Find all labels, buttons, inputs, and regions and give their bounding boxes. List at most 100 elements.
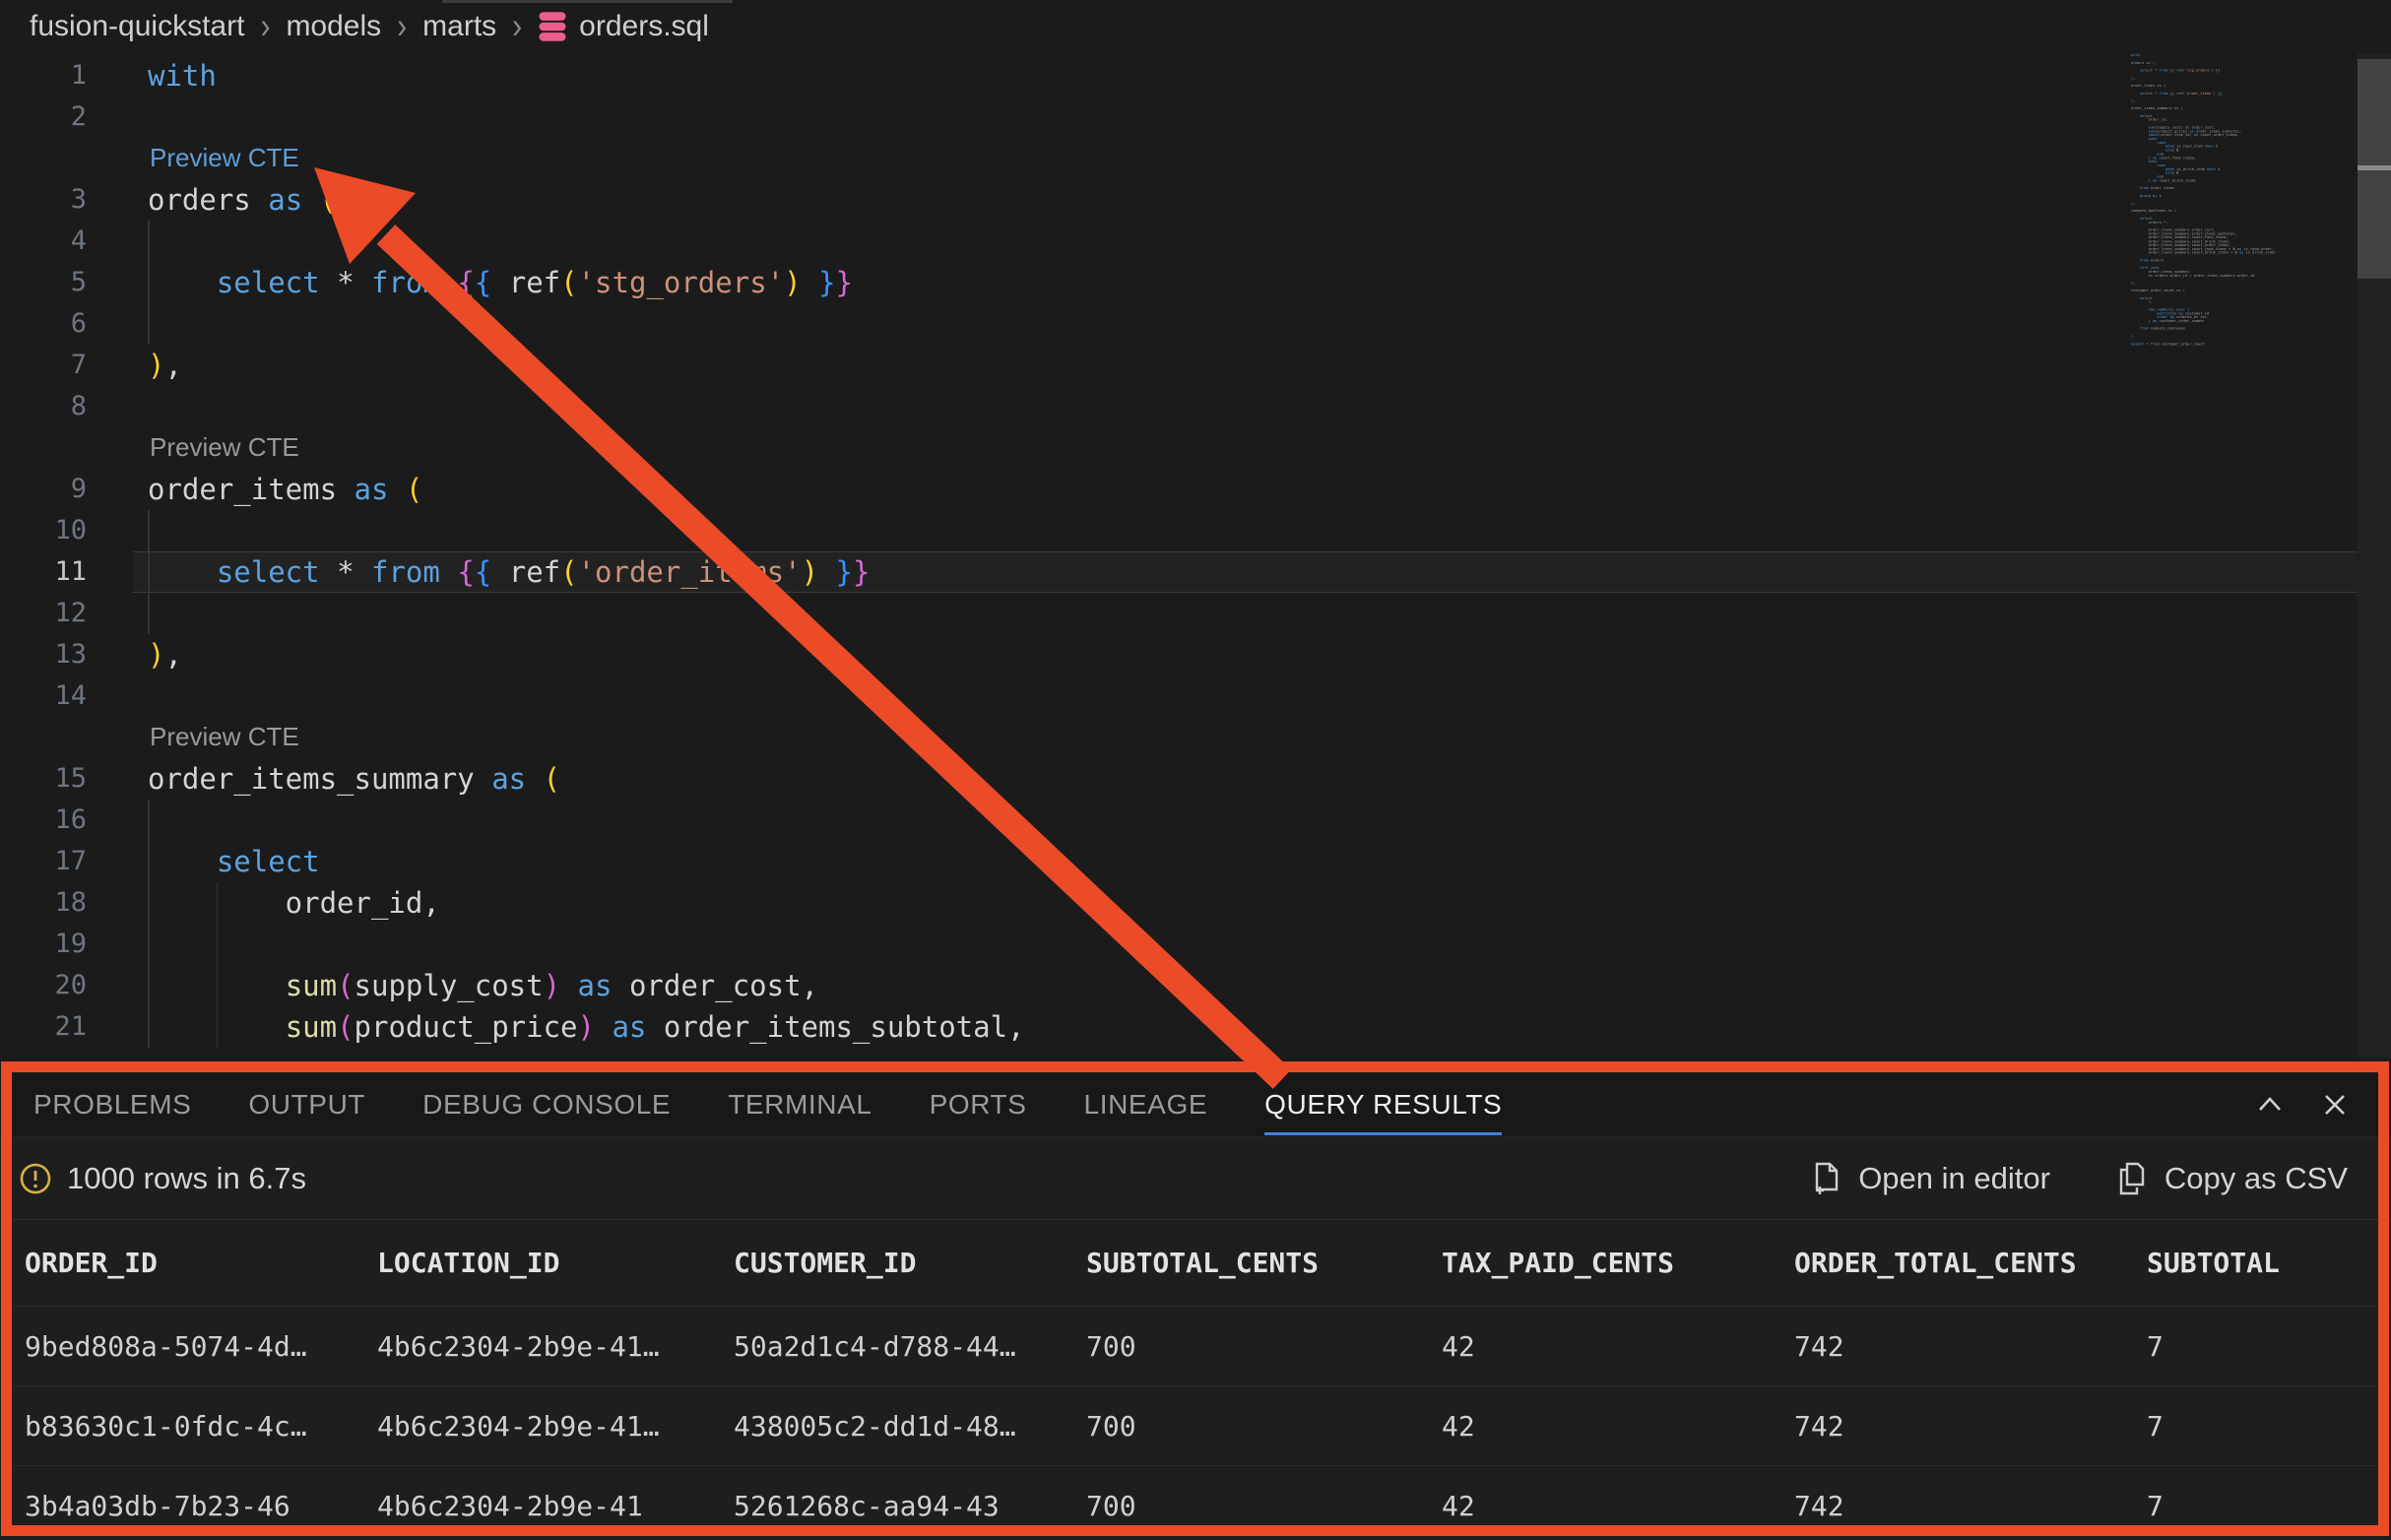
tab-terminal[interactable]: TERMINAL	[728, 1089, 872, 1121]
code-text: orders as (	[148, 179, 337, 221]
indent-guide-line	[148, 593, 150, 634]
breadcrumb-segment[interactable]: fusion-quickstart	[30, 10, 244, 43]
table-cell: 3b4a03db-7b23-46	[25, 1490, 377, 1522]
result-actions: Open in editor Copy as CSV	[1809, 1161, 2348, 1196]
code-line: 18 order_id,	[0, 882, 2391, 924]
code-text: order_items_summary as (	[148, 758, 560, 800]
table-cell: 742	[1794, 1330, 2147, 1363]
breadcrumb-filename: orders.sql	[579, 10, 709, 43]
copy-as-csv-button[interactable]: Copy as CSV	[2115, 1161, 2348, 1196]
tab-lineage[interactable]: LINEAGE	[1084, 1089, 1208, 1121]
code-line: 6	[0, 303, 2391, 345]
indent-guide-line	[148, 924, 150, 965]
code-line: 11 select * from {{ ref('order_items') }…	[0, 551, 2391, 593]
line-number: 16	[0, 800, 87, 841]
line-number: 1	[0, 55, 87, 96]
panel-close-button[interactable]	[2318, 1088, 2352, 1122]
minimap[interactable]: with orders as ( select * from {{ ref('s…	[2131, 53, 2358, 1018]
table-cell: 4b6c2304-2b9e-41…	[377, 1330, 734, 1363]
line-number: 9	[0, 469, 87, 510]
close-icon	[2319, 1089, 2351, 1121]
chevron-right-icon: ›	[512, 6, 522, 48]
code-line: 16	[0, 800, 2391, 841]
preview-cte-codelens[interactable]: Preview CTE	[150, 138, 299, 177]
code-line: 15order_items_summary as (	[0, 758, 2391, 800]
indent-guide-line	[148, 303, 150, 345]
code-line: 5 select * from {{ ref('stg_orders') }}	[0, 262, 2391, 303]
code-editor[interactable]: 1with2Preview CTE3orders as (45 select *…	[0, 55, 2391, 1048]
code-line: 3orders as (	[0, 179, 2391, 221]
code-line: 14	[0, 675, 2391, 717]
indent-guide-line	[217, 924, 219, 965]
column-header: ORDER_TOTAL_CENTS	[1794, 1247, 2147, 1279]
warning-icon	[18, 1161, 53, 1196]
row-count-status: 1000 rows in 6.7s	[67, 1161, 306, 1196]
column-header: LOCATION_ID	[377, 1247, 734, 1279]
line-number: 20	[0, 965, 87, 1006]
code-text: sum(product_price) as order_items_subtot…	[148, 1006, 1025, 1048]
table-row[interactable]: b83630c1-0fdc-4c…4b6c2304-2b9e-41…438005…	[0, 1385, 2391, 1465]
indent-guide-line	[148, 510, 150, 551]
indent-guide-line	[148, 221, 150, 262]
table-cell: 42	[1442, 1490, 1794, 1522]
table-cell: 7	[2147, 1490, 2391, 1522]
breadcrumb-segment[interactable]: models	[286, 10, 381, 43]
line-number: 4	[0, 221, 87, 262]
table-cell: 7	[2147, 1330, 2391, 1363]
table-cell: 700	[1086, 1490, 1442, 1522]
chevron-right-icon: ›	[260, 6, 270, 48]
table-cell: 438005c2-dd1d-48…	[734, 1410, 1086, 1443]
line-number: 17	[0, 841, 87, 882]
line-number: 13	[0, 634, 87, 675]
tab-problems[interactable]: PROBLEMS	[33, 1089, 191, 1121]
line-number: 2	[0, 96, 87, 138]
scrollbar-marker	[2358, 165, 2391, 170]
open-in-editor-button[interactable]: Open in editor	[1809, 1161, 2050, 1196]
preview-cte-codelens[interactable]: Preview CTE	[150, 717, 299, 756]
open-in-editor-label: Open in editor	[1858, 1161, 2050, 1196]
code-text: sum(supply_cost) as order_cost,	[148, 965, 818, 1006]
code-line: 20 sum(supply_cost) as order_cost,	[0, 965, 2391, 1006]
line-number: 7	[0, 345, 87, 386]
table-row[interactable]: 9bed808a-5074-4d…4b6c2304-2b9e-41…50a2d1…	[0, 1306, 2391, 1385]
table-cell: b83630c1-0fdc-4c…	[25, 1410, 377, 1443]
breadcrumb-segment[interactable]: marts	[422, 10, 496, 43]
line-number: 18	[0, 882, 87, 924]
new-file-icon	[1809, 1161, 1842, 1196]
code-line: 13),	[0, 634, 2391, 675]
line-number: 19	[0, 924, 87, 965]
bottom-panel: PROBLEMS OUTPUT DEBUG CONSOLE TERMINAL PORTS…	[0, 1073, 2391, 1540]
tab-query-results[interactable]: QUERY RESULTS	[1264, 1089, 1502, 1121]
code-line: 2	[0, 96, 2391, 138]
table-cell: 742	[1794, 1410, 2147, 1443]
code-text: select	[148, 841, 320, 882]
table-cell: 700	[1086, 1410, 1442, 1443]
codelens-row: Preview CTE	[0, 427, 2391, 469]
results-table-header: ORDER_IDLOCATION_IDCUSTOMER_IDSUBTOTAL_C…	[0, 1219, 2391, 1306]
table-row[interactable]: 3b4a03db-7b23-464b6c2304-2b9e-415261268c…	[0, 1465, 2391, 1540]
database-icon	[538, 11, 567, 42]
tab-output[interactable]: OUTPUT	[248, 1089, 365, 1121]
codelens-row: Preview CTE	[0, 717, 2391, 758]
line-number: 5	[0, 262, 87, 303]
code-line: 4	[0, 221, 2391, 262]
table-cell: 4b6c2304-2b9e-41	[377, 1490, 734, 1522]
preview-cte-codelens[interactable]: Preview CTE	[150, 427, 299, 467]
tab-debug-console[interactable]: DEBUG CONSOLE	[422, 1089, 671, 1121]
copy-as-csv-label: Copy as CSV	[2165, 1161, 2348, 1196]
tab-strip-remnant	[442, 0, 733, 3]
breadcrumb-file[interactable]: orders.sql	[538, 10, 709, 43]
line-number: 21	[0, 1006, 87, 1048]
code-line: 9order_items as (	[0, 469, 2391, 510]
code-line: 12	[0, 593, 2391, 634]
line-number: 8	[0, 386, 87, 427]
panel-window-controls	[2253, 1073, 2352, 1136]
line-number: 10	[0, 510, 87, 551]
indent-guide-line	[148, 800, 150, 841]
panel-maximize-button[interactable]	[2253, 1088, 2287, 1122]
code-text: ),	[148, 345, 182, 386]
tab-ports[interactable]: PORTS	[930, 1089, 1027, 1121]
line-number: 14	[0, 675, 87, 717]
code-text: with	[148, 55, 217, 96]
code-line: 21 sum(product_price) as order_items_sub…	[0, 1006, 2391, 1048]
